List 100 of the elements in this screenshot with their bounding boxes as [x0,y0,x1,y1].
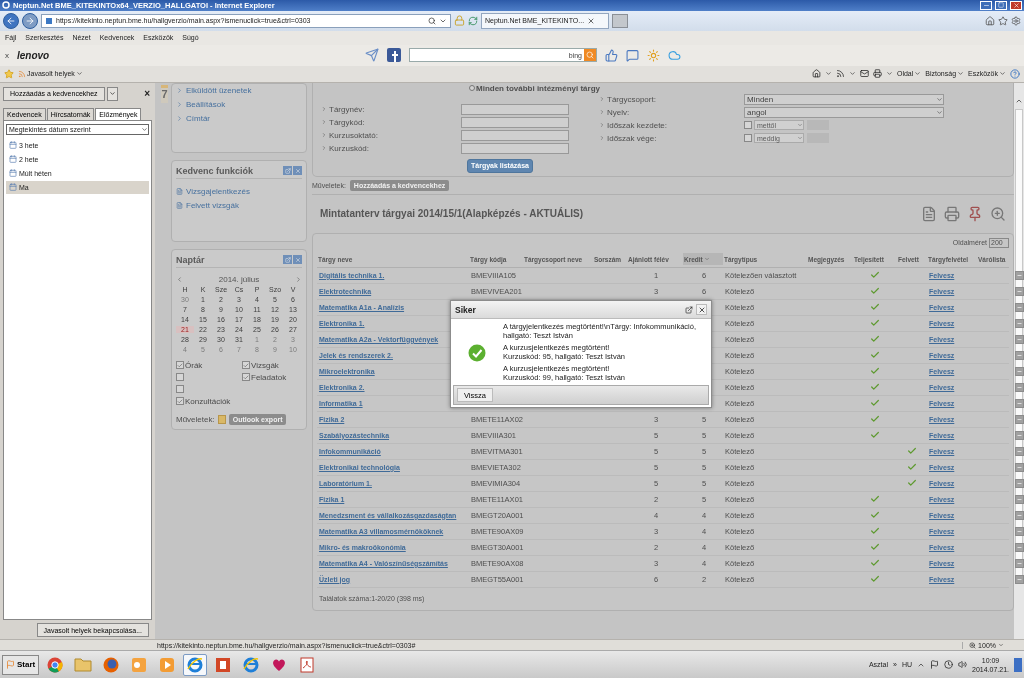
caret-icon[interactable] [885,70,893,78]
checkbox[interactable] [242,373,250,382]
maximize-button[interactable] [995,0,1007,10]
search-icon[interactable] [428,16,436,25]
caret-icon[interactable] [824,70,832,78]
square-icon[interactable] [1015,494,1024,504]
toolbar-close[interactable]: x [5,50,9,60]
caret-icon [108,90,116,98]
thumbs-up-icon[interactable] [605,48,618,62]
taskbar-app[interactable] [183,653,208,676]
sun-icon[interactable] [647,48,660,62]
volume-icon[interactable] [958,660,967,670]
clock-icon[interactable] [944,660,953,670]
close-button[interactable] [696,304,707,315]
calendar-badge: 7 [161,84,168,103]
radio-button[interactable] [469,85,475,92]
close-panel[interactable]: × [144,88,152,100]
square-icon[interactable] [1015,478,1024,488]
input-field[interactable] [461,129,569,141]
zoom-icon [969,641,977,649]
start-button[interactable]: Start [2,654,40,675]
feed-icon[interactable] [835,69,845,79]
field-label: Tárgykód: [321,117,461,127]
square-icon[interactable] [1015,558,1024,568]
menu-link[interactable]: Beállítások [176,97,302,112]
restore-button[interactable] [283,255,292,265]
square-icon[interactable] [1015,510,1024,520]
menu-link[interactable]: Vizsgajelentkezés [176,184,302,199]
mail-icon[interactable] [859,69,869,79]
square-icon[interactable] [1015,318,1024,328]
checkbox[interactable] [242,361,250,370]
caret-icon [141,125,148,133]
square-icon[interactable] [1015,542,1024,552]
square-icon[interactable] [1015,414,1024,424]
square-icon[interactable] [1015,526,1024,536]
caret-icon[interactable] [848,70,856,78]
menu-link[interactable]: Felvett vizsgák [176,198,302,213]
star-icon[interactable] [998,15,1008,26]
refresh-icon[interactable] [468,15,478,26]
square-icon[interactable] [1015,446,1024,456]
checkbox[interactable] [744,121,752,130]
menu-link[interactable]: Címtár [176,111,302,126]
square-icon[interactable] [1015,286,1024,296]
close-icon [294,167,301,174]
minimize-button[interactable] [980,0,992,10]
restore-button[interactable] [283,166,292,176]
input-field[interactable] [461,103,569,115]
select-field[interactable]: angol [744,106,944,118]
square-icon[interactable] [1015,382,1024,392]
input-field[interactable] [461,116,569,128]
close-icon[interactable] [587,16,596,25]
square-icon[interactable] [1015,334,1024,344]
select-field[interactable]: Minden [744,93,944,105]
settings-icon[interactable] [1011,15,1021,26]
message-icon[interactable] [626,48,639,62]
menu-link[interactable]: Elküldött üzenetek [176,83,302,98]
new-tab-button[interactable] [612,13,628,28]
restore-icon[interactable] [685,305,693,314]
square-icon[interactable] [1015,270,1024,280]
flag-icon[interactable] [930,660,939,670]
send-icon[interactable] [365,48,379,63]
cloud-icon[interactable] [668,48,681,62]
maximize-icon [998,2,1004,9]
checkbox[interactable] [176,361,184,370]
forward-button[interactable] [22,12,38,29]
show-desktop-button[interactable] [1014,657,1022,672]
next-icon[interactable] [295,275,302,283]
search-button[interactable] [584,49,596,62]
square-icon[interactable] [1015,462,1024,472]
field-label: Kurzusoktató: [321,130,461,140]
input-field[interactable] [461,142,569,154]
play-icon [159,656,176,673]
month-label: 2014. július [218,274,260,284]
chrome-icon [47,656,64,673]
checkbox[interactable] [176,385,184,394]
back-button[interactable] [3,12,19,29]
home-icon[interactable] [811,69,821,79]
checkbox[interactable] [744,134,752,143]
square-icon[interactable] [1015,430,1024,440]
heart-icon [271,656,288,673]
home-icon[interactable] [985,15,995,26]
square-icon[interactable] [1015,398,1024,408]
favorites-icon[interactable] [4,68,14,79]
square-icon[interactable] [1015,350,1024,360]
checkbox[interactable] [176,397,184,406]
square-icon[interactable] [1015,302,1024,312]
dropdown-button[interactable] [106,86,118,101]
square-icon[interactable] [1015,366,1024,376]
social-icon[interactable] [387,48,401,63]
help-icon[interactable] [1010,68,1020,79]
pin-icon[interactable] [967,205,983,222]
field-label: Kurzuskód: [321,143,461,153]
previous-icon[interactable] [176,275,183,283]
checkbox[interactable] [176,373,184,382]
square-icon[interactable] [1015,574,1024,584]
calendar-icon [217,414,226,424]
search-icon [586,51,594,60]
success-icon [468,343,486,362]
document-icon[interactable] [921,205,937,222]
printer-icon[interactable] [872,69,882,79]
